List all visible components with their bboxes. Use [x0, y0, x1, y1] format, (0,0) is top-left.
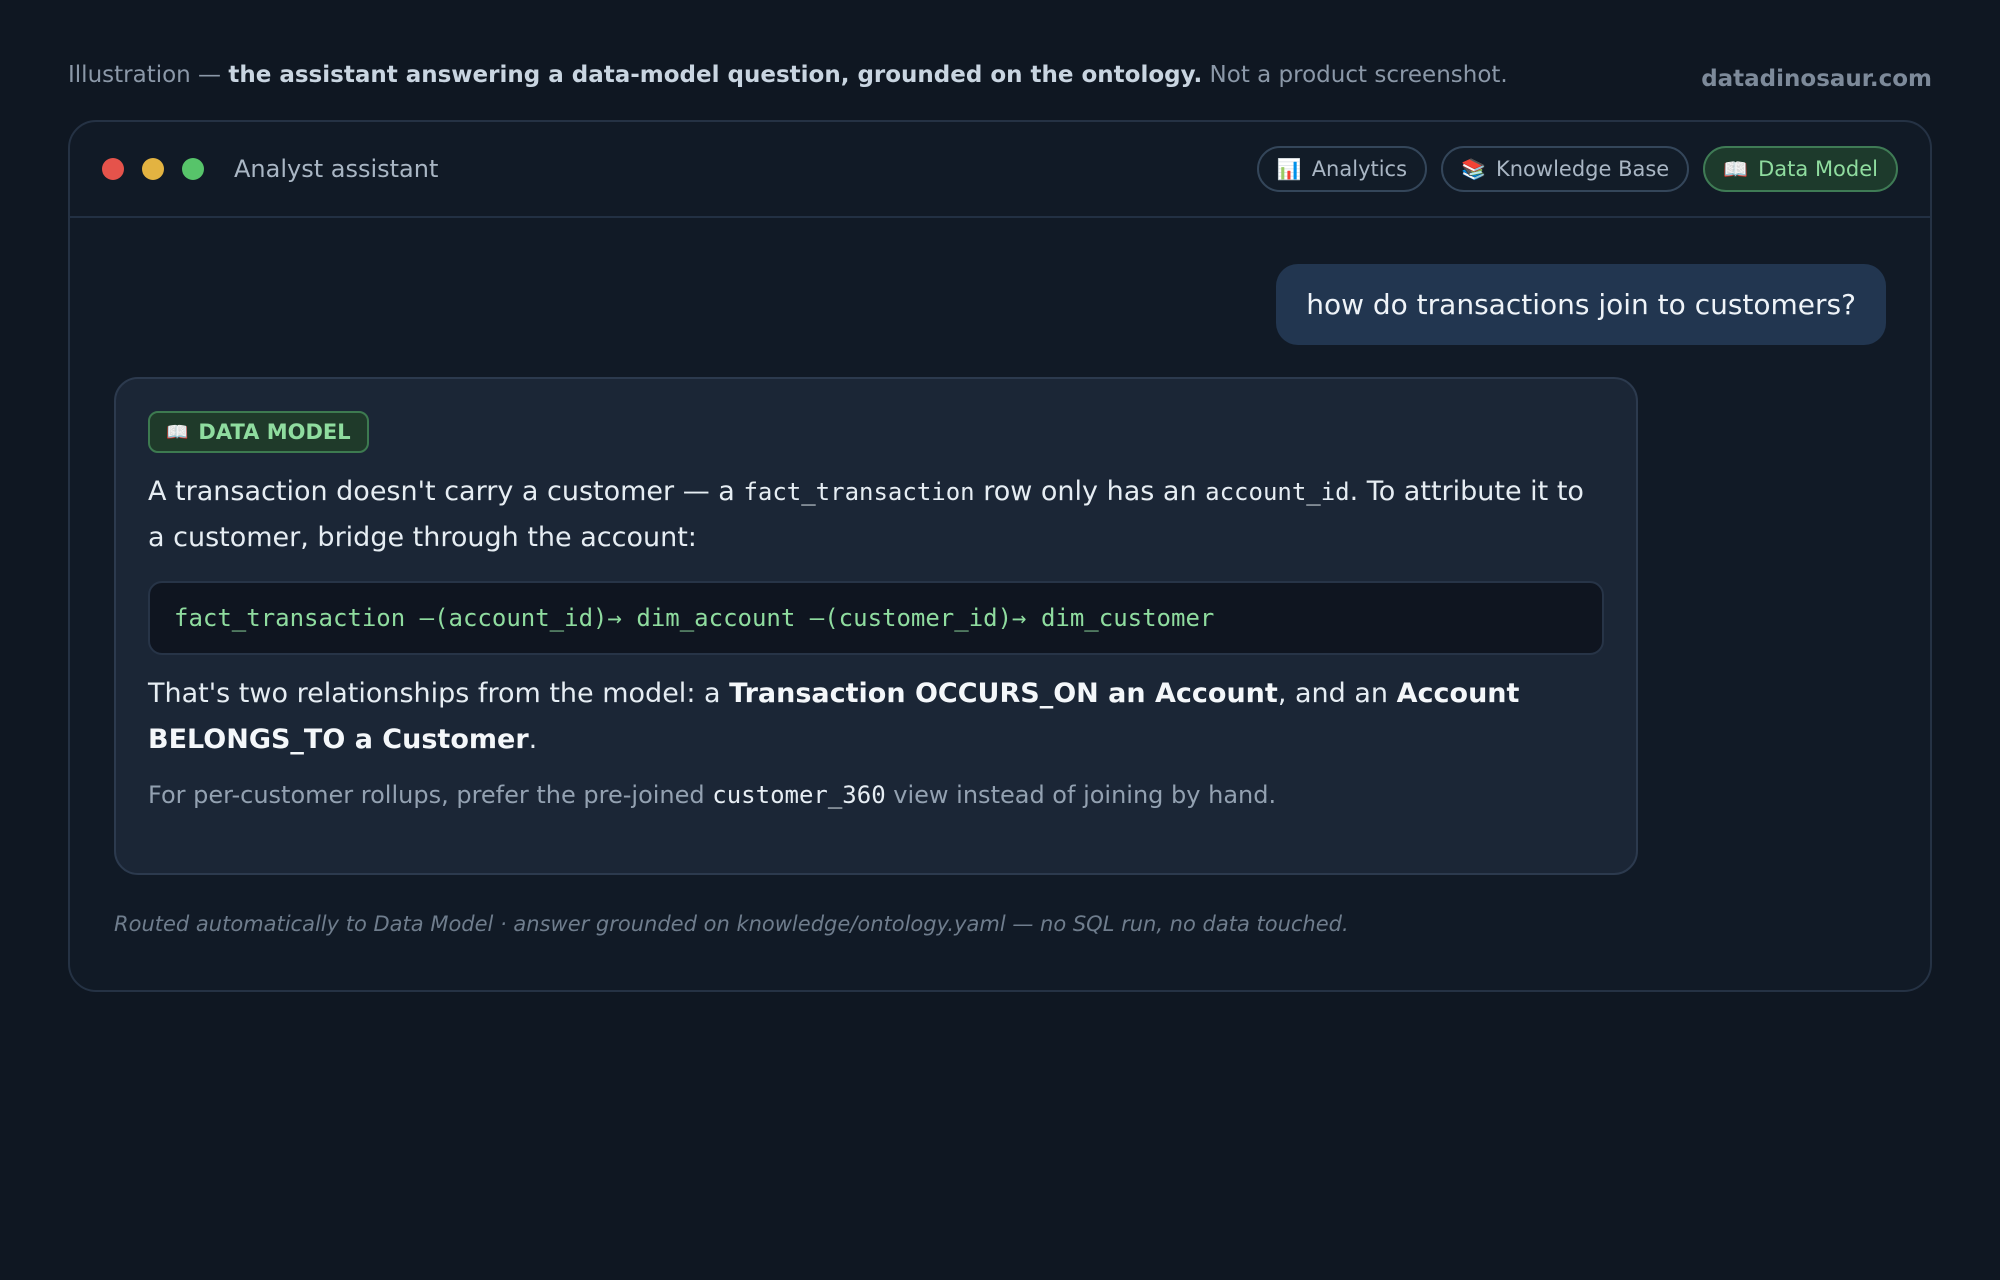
- badge-label: DATA MODEL: [198, 420, 351, 444]
- window-title: Analyst assistant: [234, 155, 439, 183]
- text-span: view instead of joining by hand.: [885, 781, 1277, 809]
- close-window-dot-icon[interactable]: [102, 158, 124, 180]
- inline-code: fact_transaction: [743, 478, 975, 506]
- tab-knowledge-base[interactable]: 📚 Knowledge Base: [1441, 146, 1690, 192]
- text-span: For per-customer rollups, prefer the pre…: [148, 781, 713, 809]
- routing-footnote: Routed automatically to Data Model · ans…: [114, 912, 1349, 936]
- tab-label: Analytics: [1311, 157, 1408, 181]
- answer-paragraph-2: That's two relationships from the model:…: [148, 671, 1604, 763]
- assistant-answer-card: 📖 DATA MODEL A transaction doesn't carry…: [114, 377, 1638, 875]
- answer-paragraph-1: A transaction doesn't carry a customer —…: [148, 469, 1604, 561]
- caption-prefix: Illustration —: [68, 62, 229, 88]
- inline-code: customer_360: [712, 781, 886, 809]
- answer-note: For per-customer rollups, prefer the pre…: [148, 781, 1604, 809]
- text-span: A transaction doesn't carry a customer —…: [148, 476, 744, 507]
- brand-link[interactable]: datadinosaur.com: [1701, 66, 1932, 92]
- text-span: , and an: [1277, 678, 1397, 709]
- assistant-window: Analyst assistant 📊 Analytics 📚 Knowledg…: [68, 120, 1932, 992]
- text-span: .: [528, 724, 538, 755]
- bar-chart-icon: 📊: [1276, 157, 1302, 181]
- open-book-icon: 📖: [166, 421, 189, 443]
- tab-data-model[interactable]: 📖 Data Model: [1703, 146, 1898, 192]
- window-titlebar: Analyst assistant 📊 Analytics 📚 Knowledg…: [70, 122, 1930, 218]
- text-span: row only has an: [974, 476, 1206, 507]
- user-message: how do transactions join to customers?: [1276, 264, 1886, 345]
- illustration-caption: Illustration — the assistant answering a…: [68, 62, 1508, 88]
- tab-label: Data Model: [1758, 157, 1878, 181]
- maximize-window-dot-icon[interactable]: [182, 158, 204, 180]
- text-span: That's two relationships from the model:…: [148, 678, 730, 709]
- minimize-window-dot-icon[interactable]: [142, 158, 164, 180]
- inline-code: account_id: [1205, 478, 1350, 506]
- caption-bold: the assistant answering a data-model que…: [228, 62, 1203, 88]
- tab-analytics[interactable]: 📊 Analytics: [1256, 146, 1428, 192]
- data-model-badge: 📖 DATA MODEL: [148, 411, 369, 453]
- mode-tabs: 📊 Analytics 📚 Knowledge Base 📖 Data Mode…: [1256, 146, 1898, 192]
- join-path-code-block: fact_transaction —(account_id)→ dim_acco…: [148, 581, 1604, 655]
- caption-suffix: Not a product screenshot.: [1202, 62, 1508, 88]
- open-book-icon: 📖: [1723, 157, 1749, 181]
- bold-span: Transaction OCCURS_ON an Account: [729, 678, 1278, 709]
- books-icon: 📚: [1461, 157, 1486, 181]
- tab-label: Knowledge Base: [1495, 157, 1670, 181]
